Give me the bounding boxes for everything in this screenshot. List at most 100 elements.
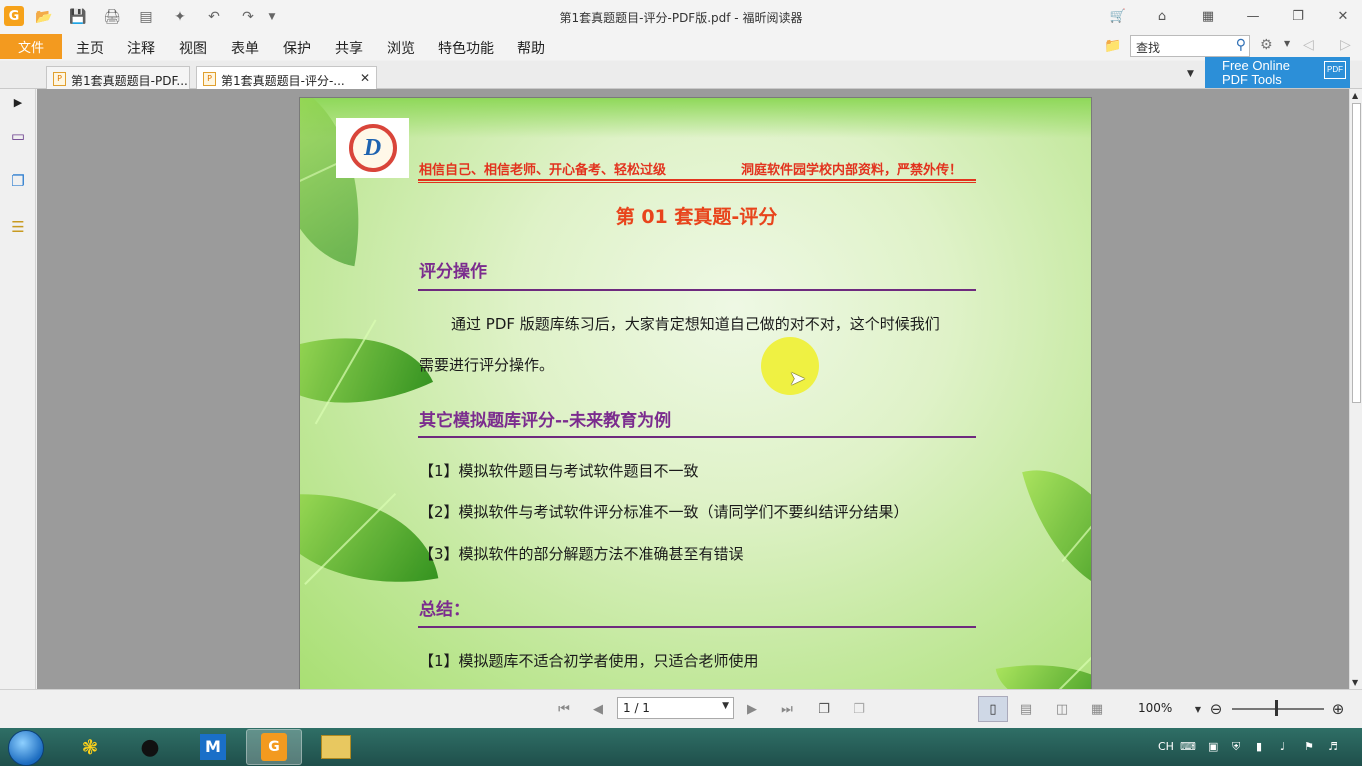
taskbar-file-explorer-icon[interactable]: [308, 729, 364, 765]
tab-label: 第1套真题题目-评分-...: [221, 74, 345, 88]
forward-icon[interactable]: ▷: [1340, 37, 1351, 53]
section-heading-other-banks: 其它模拟题库评分--未来教育为例: [419, 411, 672, 431]
status-bar: ⏮ ◀ 1 / 1 ▼ ▶ ⏭ ❐ ❐ ▯ ▤ ◫ ▦ 100% ▼ ⊖ ⊕: [0, 689, 1362, 727]
tab-bar: P 第1套真题题目-PDF... P 第1套真题题目-评分-... ✕ ▼: [0, 61, 1362, 90]
next-view-icon[interactable]: ❐: [849, 700, 869, 718]
menu-form[interactable]: 表单: [231, 38, 259, 58]
comments-icon[interactable]: ☰: [8, 216, 28, 238]
tray-device-icon[interactable]: ▣: [1208, 740, 1218, 753]
left-navigation-panel: ▶ ▭ ❐ ☰: [0, 89, 36, 689]
section-heading-summary: 总结：: [419, 600, 470, 620]
menu-browse[interactable]: 浏览: [387, 38, 415, 58]
taskbar-foxit-reader-icon[interactable]: G: [246, 729, 302, 765]
scrollbar-thumb[interactable]: [1352, 103, 1361, 403]
section-heading-scoring: 评分操作: [419, 262, 487, 282]
first-page-icon[interactable]: ⏮: [554, 700, 574, 718]
leaf-decoration: [995, 648, 1091, 689]
menu-comment[interactable]: 注释: [127, 38, 155, 58]
vertical-scrollbar[interactable]: ▲ ▼: [1349, 89, 1362, 689]
pages-icon[interactable]: ❐: [8, 170, 28, 192]
pdf-file-icon: P: [53, 72, 66, 86]
menu-help[interactable]: 帮助: [517, 38, 545, 58]
zoom-in-icon[interactable]: ⊕: [1328, 700, 1348, 718]
section-divider: [418, 626, 976, 628]
list-item: 【3】模拟软件的部分解题方法不准确甚至有错误: [419, 545, 744, 563]
next-page-icon[interactable]: ▶: [742, 700, 762, 718]
back-icon[interactable]: ◁: [1303, 37, 1314, 53]
settings-icon[interactable]: ⚙: [1260, 37, 1273, 53]
search-input[interactable]: 查找 ⚲: [1130, 35, 1250, 57]
folder-search-icon[interactable]: 📁: [1104, 38, 1121, 54]
title-bar: G 📂 💾 🖨 ▤ ✦ ↶ ↷ ▼ 第1套真题题目-评分-PDF版.pdf - …: [0, 0, 1362, 33]
bookmarks-icon[interactable]: ▭: [8, 125, 28, 147]
slogan-right: 洞庭软件园学校内部资料，严禁外传！: [741, 163, 963, 178]
layout-icon[interactable]: ▦: [1197, 6, 1219, 26]
previous-view-icon[interactable]: ❐: [814, 700, 834, 718]
school-logo: D: [336, 118, 409, 178]
scroll-up-icon[interactable]: ▲: [1352, 91, 1358, 100]
menu-view[interactable]: 视图: [179, 38, 207, 58]
menu-special[interactable]: 特色功能: [438, 38, 494, 58]
tab-document-1[interactable]: P 第1套真题题目-PDF...: [46, 66, 190, 90]
leaf-decoration: [300, 469, 439, 607]
header-divider: [418, 179, 976, 183]
zoom-slider-thumb[interactable]: [1275, 700, 1278, 716]
settings-dropdown-icon[interactable]: ▼: [1284, 39, 1290, 48]
taskbar-qq-icon[interactable]: ●: [122, 729, 178, 765]
list-item: 【1】模拟软件题目与考试软件题目不一致: [419, 462, 699, 480]
slogan-left: 相信自己、相信老师、开心备考、轻松过级: [419, 163, 667, 178]
facing-view-icon[interactable]: ◫: [1052, 700, 1072, 718]
pdf-page: D 相信自己、相信老师、开心备考、轻松过级 洞庭软件园学校内部资料，严禁外传！ …: [299, 97, 1092, 689]
page-number-value: 1 / 1: [623, 701, 650, 715]
search-value: 查找: [1136, 41, 1161, 55]
paragraph-line-2: 需要进行评分操作。: [419, 356, 555, 374]
restore-button[interactable]: ❐: [1287, 6, 1309, 26]
cart-icon[interactable]: 🛒: [1107, 6, 1129, 26]
previous-page-icon[interactable]: ◀: [588, 700, 608, 718]
audio-warning-icon[interactable]: ♩: [1280, 740, 1285, 753]
list-item: 【2】模拟软件与考试软件评分标准不一致（请同学们不要纠结评分结果）: [419, 503, 909, 521]
menu-protect[interactable]: 保护: [283, 38, 311, 58]
zoom-level[interactable]: 100%: [1138, 701, 1172, 715]
close-button[interactable]: ✕: [1332, 6, 1354, 26]
page-dropdown-icon[interactable]: ▼: [722, 701, 729, 711]
tab-document-2[interactable]: P 第1套真题题目-评分-... ✕: [196, 66, 377, 90]
section-divider: [418, 289, 976, 291]
last-page-icon[interactable]: ⏭: [777, 700, 797, 718]
zoom-slider[interactable]: [1232, 708, 1324, 710]
continuous-view-icon[interactable]: ▤: [1016, 700, 1036, 718]
leaf-decoration: [300, 295, 434, 446]
tab-label: 第1套真题题目-PDF...: [71, 74, 188, 88]
menu-file[interactable]: 文件: [0, 34, 62, 59]
close-tab-icon[interactable]: ✕: [360, 71, 370, 85]
school-logo-emblem: D: [348, 124, 397, 172]
leaf-decoration: [1022, 448, 1091, 618]
scroll-down-icon[interactable]: ▼: [1352, 678, 1358, 687]
minimize-button[interactable]: —: [1242, 6, 1264, 26]
tab-list-dropdown-icon[interactable]: ▼: [1187, 69, 1194, 79]
expand-panel-icon[interactable]: ▶: [8, 91, 28, 113]
input-language[interactable]: CH: [1158, 740, 1174, 753]
security-shield-icon[interactable]: ⛨: [1232, 740, 1240, 754]
skin-icon[interactable]: ⌂: [1151, 6, 1173, 26]
zoom-out-icon[interactable]: ⊖: [1206, 700, 1226, 718]
list-item: 【1】模拟题库不适合初学者使用，只适合老师使用: [419, 652, 759, 670]
taskbar-app-broom-icon[interactable]: ❃: [62, 729, 118, 765]
single-page-view-icon[interactable]: ▯: [978, 696, 1008, 722]
menu-home[interactable]: 主页: [76, 38, 104, 58]
pdf-file-icon: P: [203, 72, 216, 86]
keyboard-icon[interactable]: ⌨: [1180, 740, 1196, 753]
taskbar-maxthon-icon[interactable]: M: [185, 729, 241, 765]
page-number-input[interactable]: 1 / 1 ▼: [617, 697, 734, 719]
network-signal-icon[interactable]: ▮: [1256, 740, 1262, 753]
search-icon[interactable]: ⚲: [1236, 37, 1246, 53]
action-center-icon[interactable]: ⚑: [1304, 740, 1314, 753]
menu-share[interactable]: 共享: [335, 38, 363, 58]
continuous-facing-view-icon[interactable]: ▦: [1087, 700, 1107, 718]
free-online-pdf-tools-button[interactable]: Free Online PDF Tools PDF: [1205, 57, 1350, 88]
zoom-dropdown-icon[interactable]: ▼: [1188, 700, 1208, 718]
document-viewport[interactable]: D 相信自己、相信老师、开心备考、轻松过级 洞庭软件园学校内部资料，严禁外传！ …: [37, 89, 1349, 689]
start-button[interactable]: [8, 730, 44, 766]
volume-icon[interactable]: ♬: [1328, 740, 1338, 753]
page-top-band: [300, 98, 1091, 138]
